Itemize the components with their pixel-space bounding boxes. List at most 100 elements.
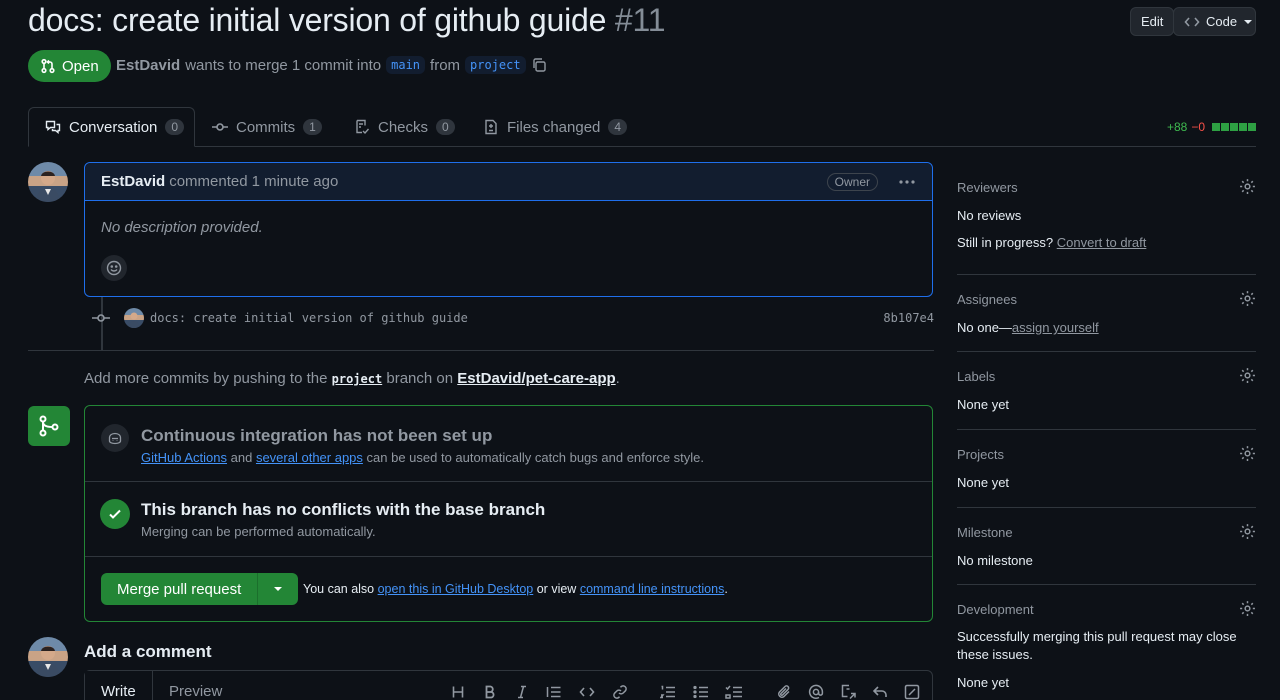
reviewers-gear-icon[interactable] <box>1239 178 1256 195</box>
comment-editor-toolbar: Write Preview <box>84 670 933 700</box>
code-icon[interactable] <box>578 683 596 700</box>
development-none: None yet <box>957 675 1010 690</box>
edit-button[interactable]: Edit <box>1130 7 1175 36</box>
sidebar-assignees: Assignees No one—assign yourself <box>957 290 1256 337</box>
copilot-icon <box>107 430 123 446</box>
quote-icon[interactable] <box>545 683 563 700</box>
development-gear-icon[interactable] <box>1239 600 1256 617</box>
assignees-gear-icon[interactable] <box>1239 290 1256 307</box>
tab-files-changed[interactable]: Files changed 4 <box>467 107 643 147</box>
other-apps-link[interactable]: several other apps <box>256 450 363 465</box>
page-title: docs: create initial version of github g… <box>28 2 666 39</box>
conflict-subtitle: Merging can be performed automatically. <box>141 524 376 539</box>
unordered-list-icon[interactable] <box>692 683 710 700</box>
checklist-icon <box>354 119 370 135</box>
pr-author-link[interactable]: EstDavid <box>116 57 180 74</box>
github-actions-link[interactable]: GitHub Actions <box>141 450 227 465</box>
comment-author[interactable]: EstDavid <box>101 173 165 190</box>
assignees-none: No one— <box>957 320 1012 335</box>
commit-avatar[interactable] <box>124 308 144 328</box>
base-branch[interactable]: main <box>386 56 426 74</box>
triangle-down-icon <box>273 584 283 594</box>
add-comment-title: Add a comment <box>84 642 212 661</box>
pr-meta: EstDavid wants to merge 1 commit into ma… <box>116 56 547 74</box>
git-merge-icon <box>37 414 61 438</box>
tab-write[interactable]: Write <box>85 671 153 700</box>
sidebar-development: Development Successfully merging this pu… <box>957 600 1256 692</box>
diffstat[interactable]: +88 −0 <box>1167 120 1256 134</box>
projects-title[interactable]: Projects <box>957 447 1256 462</box>
tab-commits[interactable]: Commits 1 <box>196 107 338 147</box>
pr-state-label: Open <box>62 57 99 75</box>
milestone-title[interactable]: Milestone <box>957 525 1256 540</box>
merge-method-dropdown[interactable] <box>258 573 299 605</box>
comment-time[interactable]: 1 minute ago <box>252 173 339 190</box>
assignees-value: No one—assign yourself <box>957 319 1256 337</box>
fullscreen-icon[interactable] <box>903 683 921 700</box>
bold-icon[interactable] <box>481 683 499 700</box>
code-button[interactable]: Code <box>1173 7 1256 36</box>
command-line-link[interactable]: command line instructions <box>580 582 725 596</box>
reply-icon[interactable] <box>871 683 889 700</box>
merge-alt-end: . <box>724 582 728 596</box>
projects-value: None yet <box>957 475 1010 490</box>
pr-title: docs: create initial version of github g… <box>28 2 607 38</box>
current-user-avatar[interactable] <box>28 637 68 677</box>
tab-preview[interactable]: Preview <box>153 671 238 700</box>
assignees-title[interactable]: Assignees <box>957 292 1256 307</box>
comment-header: EstDavid commented 1 minute ago Owner <box>85 163 932 201</box>
sidebar-divider <box>957 584 1256 585</box>
push-note-prefix: Add more commits by pushing to the <box>84 370 328 387</box>
projects-gear-icon[interactable] <box>1239 445 1256 462</box>
tab-conversation[interactable]: Conversation 0 <box>28 107 195 147</box>
commit-sha[interactable]: 8b107e4 <box>883 311 934 325</box>
milestone-gear-icon[interactable] <box>1239 523 1256 540</box>
head-branch[interactable]: project <box>465 56 526 74</box>
copy-icon[interactable] <box>531 57 547 73</box>
milestone-value: No milestone <box>957 553 1033 568</box>
heading-icon[interactable] <box>449 683 467 700</box>
merge-button-group: Merge pull request <box>101 573 299 605</box>
convert-to-draft-link[interactable]: Convert to draft <box>1057 235 1147 250</box>
git-commit-icon <box>92 310 110 326</box>
comment-discussion-icon <box>45 119 61 135</box>
merge-status-icon <box>28 406 70 446</box>
progress-text: Still in progress? <box>957 235 1054 250</box>
merge-pull-request-button[interactable]: Merge pull request <box>101 573 259 605</box>
italic-icon[interactable] <box>513 683 531 700</box>
github-desktop-link[interactable]: open this in GitHub Desktop <box>378 582 534 596</box>
tab-checks[interactable]: Checks 0 <box>338 107 471 147</box>
labels-value: None yet <box>957 397 1010 412</box>
tab-commits-count: 1 <box>303 119 322 135</box>
labels-gear-icon[interactable] <box>1239 367 1256 384</box>
check-circle-icon <box>100 499 130 529</box>
paperclip-icon[interactable] <box>775 683 793 700</box>
pr-state-badge: Open <box>28 50 111 82</box>
sidebar-divider <box>957 351 1256 352</box>
ci-icon-wrap <box>101 424 129 452</box>
reviewers-title[interactable]: Reviewers <box>957 180 1256 195</box>
add-reaction-button[interactable] <box>101 255 127 281</box>
assign-yourself-link[interactable]: assign yourself <box>1012 320 1099 335</box>
file-diff-icon <box>483 119 499 135</box>
commit-message[interactable]: docs: create initial version of github g… <box>150 311 468 325</box>
repo-link[interactable]: EstDavid/pet-care-app <box>457 370 615 387</box>
development-value: Successfully merging this pull request m… <box>957 629 1237 662</box>
push-note-branch[interactable]: project <box>332 372 383 386</box>
smiley-icon <box>106 260 122 276</box>
mention-icon[interactable] <box>807 683 825 700</box>
sidebar-divider <box>957 274 1256 275</box>
cross-reference-icon[interactable] <box>839 683 857 700</box>
development-title[interactable]: Development <box>957 602 1256 617</box>
comment-action: commented <box>169 173 248 190</box>
avatar[interactable] <box>28 162 68 202</box>
tab-commits-label: Commits <box>236 118 296 136</box>
kebab-horizontal-icon[interactable] <box>898 173 916 191</box>
labels-title[interactable]: Labels <box>957 369 1256 384</box>
link-icon[interactable] <box>611 683 629 700</box>
task-list-icon[interactable] <box>725 683 743 700</box>
push-note-suffix: . <box>615 370 620 387</box>
ordered-list-icon[interactable] <box>659 683 677 700</box>
ci-text: Continuous integration has not been set … <box>141 426 704 465</box>
tab-files-changed-count: 4 <box>608 119 628 135</box>
